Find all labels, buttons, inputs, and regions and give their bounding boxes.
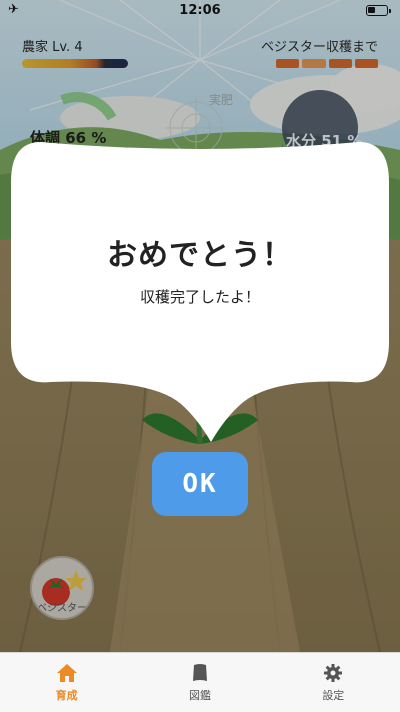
tab-settings[interactable]: 設定 — [267, 653, 400, 712]
status-time: 12:06 — [179, 3, 221, 18]
dialog-title: おめでとう！ — [107, 238, 293, 273]
tab-settings-label: 設定 — [322, 688, 345, 702]
gear-icon — [324, 663, 343, 682]
ok-button[interactable]: OK — [152, 452, 248, 516]
book-icon — [192, 663, 207, 681]
tab-bar: 育成 図鑑 設定 — [0, 652, 400, 712]
tab-encyclopedia-label: 図鑑 — [188, 688, 211, 702]
dialog-message: 収穫完了したよ！ — [139, 288, 260, 306]
tab-grow[interactable]: 育成 — [0, 653, 133, 712]
tab-encyclopedia[interactable]: 図鑑 — [133, 653, 266, 712]
tab-grow-label: 育成 — [55, 688, 78, 702]
home-icon — [56, 663, 77, 682]
status-bar: ✈ 12:06 — [0, 0, 400, 22]
battery-icon — [366, 5, 391, 16]
